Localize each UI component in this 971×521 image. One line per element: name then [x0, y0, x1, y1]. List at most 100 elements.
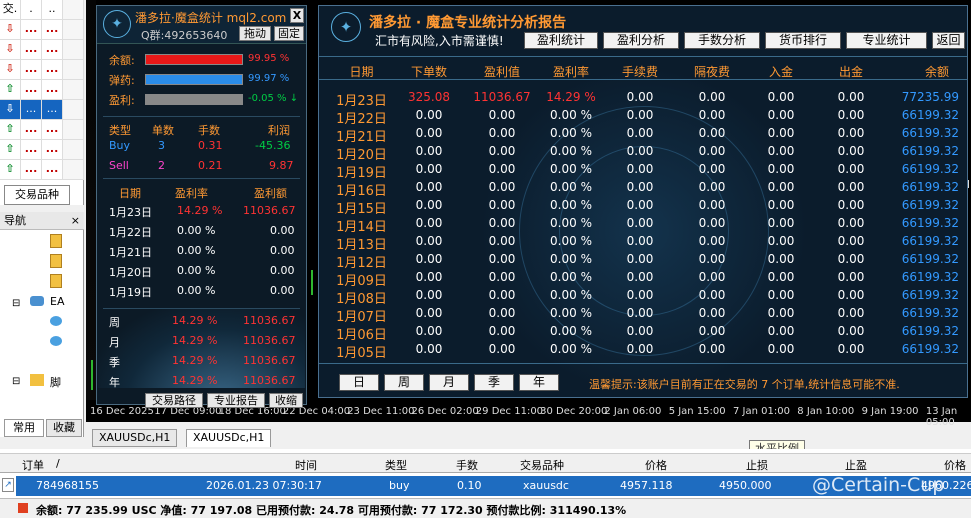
- script-icon[interactable]: [50, 274, 62, 288]
- tab-favorites[interactable]: 收藏: [46, 419, 82, 437]
- day-date: 1月20日: [109, 266, 152, 279]
- scripts-folder-icon[interactable]: [30, 374, 44, 386]
- report-cell: 0.00: [626, 306, 654, 320]
- script-icon[interactable]: [50, 234, 62, 248]
- period-quarter-button[interactable]: 季: [474, 374, 514, 391]
- report-cell: 0.00 %: [550, 216, 592, 230]
- price-cell: ...: [21, 80, 42, 100]
- profit-pct: -0.05 % ↓: [248, 93, 299, 104]
- collapse-button[interactable]: 收缩: [269, 393, 303, 408]
- fix-button[interactable]: 固定: [274, 26, 304, 41]
- report-cell: 66199.32: [901, 198, 959, 212]
- profit-stats-button[interactable]: 盈利统计: [524, 32, 598, 49]
- chart-tab[interactable]: XAUUSDc,H1: [92, 429, 178, 447]
- pro-stats-button[interactable]: 专业统计: [846, 32, 927, 49]
- time-axis-label: 9 Jan 19:00: [861, 406, 919, 417]
- market-watch-row[interactable]: ⇧......: [0, 80, 84, 100]
- ea-item-icon[interactable]: [50, 316, 62, 326]
- report-cell: 1月21日: [336, 130, 387, 145]
- day-date: 1月23日: [109, 206, 152, 219]
- nav-item-ea[interactable]: EA: [50, 295, 64, 308]
- report-cell: 0.00: [626, 162, 654, 176]
- report-cell: 0.00: [837, 180, 865, 194]
- mini-panel-header: ✦ 潘多拉·魔盒统计 mql2.com X Q群:492653640 拖动 固定: [97, 6, 306, 44]
- report-col-header: 日期: [349, 65, 374, 79]
- lots-analysis-button[interactable]: 手数分析: [684, 32, 760, 49]
- report-cell: 0.00: [837, 216, 865, 230]
- time-axis-label: 13 Jan 05:00: [925, 406, 958, 428]
- period-week-button[interactable]: 周: [384, 374, 424, 391]
- col-rate: 盈利率: [175, 187, 208, 200]
- col-order[interactable]: 订单: [22, 457, 44, 473]
- script-icon[interactable]: [50, 254, 62, 268]
- mw-col-ask[interactable]: ..: [42, 0, 63, 20]
- account-summary: 余额: 77 235.99 USC 净值: 77 197.08 已用预付款: 2…: [0, 498, 971, 518]
- period-month-button[interactable]: 月: [429, 374, 469, 391]
- nav-item-scripts[interactable]: 脚: [50, 374, 61, 390]
- col-lots[interactable]: 手数: [456, 457, 478, 473]
- drag-button[interactable]: 拖动: [239, 26, 271, 41]
- expand-icon[interactable]: ⊟: [12, 376, 20, 387]
- buy-lots: 0.31: [198, 139, 223, 152]
- close-button[interactable]: X: [290, 8, 304, 23]
- report-cell: 0.00: [767, 216, 795, 230]
- report-cell: 1月12日: [336, 256, 387, 271]
- arrow-up-icon: ⇧: [0, 160, 21, 180]
- chart-tab-active[interactable]: XAUUSDc,H1: [186, 429, 272, 447]
- close-icon[interactable]: ×: [71, 212, 80, 229]
- balance-label: 余额:: [109, 54, 135, 67]
- currency-rank-button[interactable]: 货币排行: [765, 32, 841, 49]
- col-time[interactable]: 时间: [295, 457, 317, 473]
- order-symbol: xauusdc: [523, 479, 569, 492]
- mw-col-bid[interactable]: .: [21, 0, 42, 20]
- market-watch-row[interactable]: ⇧......: [0, 160, 84, 180]
- col-current-price[interactable]: 价格: [944, 457, 966, 473]
- report-cell: 0.00 %: [550, 342, 592, 356]
- col-sl[interactable]: 止损: [746, 457, 768, 473]
- ea-item-icon[interactable]: [50, 336, 62, 346]
- report-cell: 0.00: [767, 126, 795, 140]
- period-amount: 11036.67: [243, 354, 296, 367]
- report-col-header: 手续费: [621, 65, 658, 79]
- period-year-button[interactable]: 年: [519, 374, 559, 391]
- navigator-panel: 导航 × ⊟ EA ⊟ 脚 常用 收藏: [0, 212, 84, 437]
- pro-report-button[interactable]: 专业报告: [207, 393, 265, 408]
- market-watch-row[interactable]: ⇧......: [0, 140, 84, 160]
- tab-common[interactable]: 常用: [4, 419, 44, 437]
- report-cell: 0.00: [415, 270, 443, 284]
- report-cell: 0.00: [626, 252, 654, 266]
- price-cell: ...: [21, 120, 42, 140]
- report-cell: 0.00: [698, 288, 726, 302]
- market-watch-row[interactable]: ⇩......: [0, 100, 84, 120]
- report-cell: 1月13日: [336, 238, 387, 253]
- sell-type: Sell: [109, 159, 129, 172]
- expand-icon[interactable]: ⊟: [12, 298, 20, 309]
- sort-icon[interactable]: /: [56, 457, 60, 470]
- col-amount: 盈利额: [254, 187, 287, 200]
- report-cell: 0.00 %: [550, 162, 592, 176]
- time-axis-label: 2 Jan 06:00: [604, 406, 662, 417]
- mw-col-symbol[interactable]: 交.: [0, 0, 21, 20]
- period-day-button[interactable]: 日: [339, 374, 379, 391]
- report-table-header: 日期 下单数 盈利值 盈利率 手续费 隔夜费 入金 出金 余额: [319, 56, 967, 80]
- report-cell: 325.08: [408, 90, 450, 104]
- arrow-up-icon: ⇧: [0, 120, 21, 140]
- market-watch-tab[interactable]: 交易品种: [4, 185, 70, 205]
- market-watch-row[interactable]: ⇧......: [0, 120, 84, 140]
- report-col-header: 下单数: [410, 65, 447, 79]
- navigator-header: 导航 ×: [0, 212, 84, 230]
- market-watch-row[interactable]: ⇩......: [0, 40, 84, 60]
- market-watch-row[interactable]: ⇩......: [0, 60, 84, 80]
- report-cell: 0.00: [415, 144, 443, 158]
- arrow-down-icon: ⇩: [0, 60, 21, 80]
- col-type[interactable]: 类型: [385, 457, 407, 473]
- back-button[interactable]: 返回: [932, 32, 965, 49]
- col-tp[interactable]: 止盈: [845, 457, 867, 473]
- trade-path-button[interactable]: 交易路径: [145, 393, 203, 408]
- market-watch-row[interactable]: ⇩......: [0, 20, 84, 40]
- ea-folder-icon[interactable]: [30, 296, 44, 306]
- report-cell: 0.00: [698, 144, 726, 158]
- profit-analysis-button[interactable]: 盈利分析: [603, 32, 679, 49]
- col-symbol[interactable]: 交易品种: [520, 457, 564, 473]
- col-price[interactable]: 价格: [645, 457, 667, 473]
